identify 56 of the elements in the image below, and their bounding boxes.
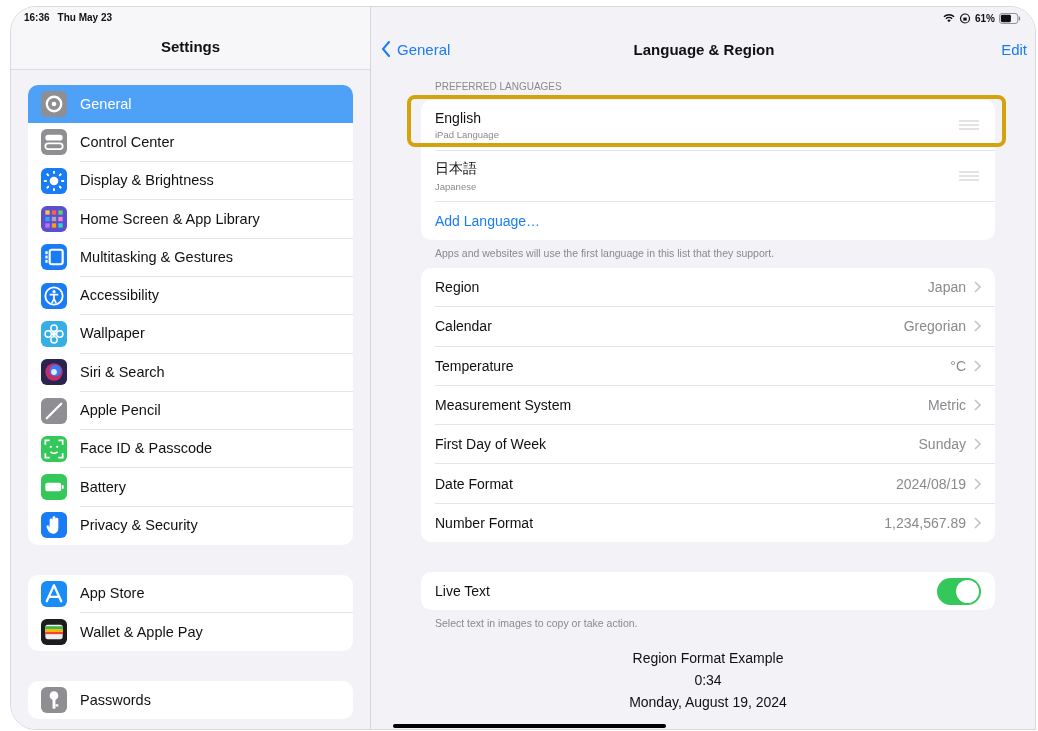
sidebar-item[interactable]: Privacy & Security (28, 506, 353, 545)
chevron-icon (974, 320, 981, 333)
language-row[interactable]: English iPad Language (435, 100, 995, 151)
wifi-icon (943, 12, 955, 24)
sidebar-item[interactable]: Battery (28, 467, 353, 507)
battery-status-icon (999, 12, 1021, 24)
sidebar-item[interactable]: App Store (28, 574, 353, 613)
chevron-icon (974, 438, 981, 451)
section-footer: Apps and websites will use the first language in this list that they support. (421, 240, 995, 268)
language-subtitle: Japanese (435, 181, 478, 192)
drag-handle-icon[interactable] (959, 120, 979, 130)
sidebar-item[interactable]: Siri & Search (28, 353, 353, 392)
settings-row[interactable]: Number Format 1,234,567.89 (435, 503, 995, 543)
chevron-icon (974, 477, 981, 490)
sidebar-item[interactable]: Multitasking & Gestures (28, 238, 353, 277)
settings-row[interactable]: Measurement System Metric (435, 385, 995, 426)
sidebar-item[interactable]: Home Screen & App Library (28, 199, 353, 239)
example-title: Region Format Example (632, 650, 784, 667)
language-subtitle: iPad Language (435, 129, 500, 140)
sidebar-item[interactable]: Accessibility (28, 276, 353, 315)
sidebar-item[interactable]: Apple Pencil (28, 391, 353, 430)
sidebar-item[interactable]: Passwords (28, 681, 353, 720)
chevron-icon (974, 281, 981, 294)
chevron-icon (974, 359, 981, 372)
lock-rotation-icon (959, 12, 971, 24)
settings-row[interactable]: Temperature °C (435, 346, 995, 386)
add-language-link[interactable]: Add Language… (421, 202, 995, 240)
settings-row[interactable]: Calendar Gregorian (435, 307, 995, 347)
sidebar-title: Settings (159, 38, 222, 55)
settings-row[interactable]: Region Japan (435, 268, 995, 308)
settings-row[interactable]: Date Format 2024/08/19 (435, 464, 995, 504)
live-text-toggle[interactable] (937, 577, 981, 605)
status-time: 16:36 (24, 12, 50, 23)
page-title: Language & Region (632, 40, 776, 58)
sidebar-item[interactable]: Control Center (28, 123, 353, 162)
language-row[interactable]: 日本語 Japanese (435, 151, 995, 202)
battery-percent: 61% (975, 12, 995, 24)
section-footer: Select text in images to copy or take action. (421, 610, 995, 639)
sidebar-item[interactable]: Wallet & Apple Pay (28, 612, 353, 652)
chevron-icon (974, 516, 981, 529)
edit-button[interactable]: Edit (877, 40, 1027, 58)
sidebar-item[interactable]: Display & Brightness (28, 161, 353, 200)
example-date: Monday, August 19, 2024 (629, 694, 787, 711)
example-time: 0:34 (694, 672, 722, 689)
live-text-label: Live Text (435, 583, 491, 600)
sidebar-item[interactable]: Wallpaper (28, 314, 353, 354)
language-name: 日本語 (435, 160, 478, 178)
chevron-icon (974, 399, 981, 412)
drag-handle-icon[interactable] (959, 171, 979, 181)
status-date: Thu May 23 (57, 12, 113, 23)
settings-row[interactable]: First Day of Week Sunday (435, 425, 995, 465)
section-header: PREFERRED LANGUAGES (434, 81, 563, 94)
sidebar-item[interactable]: Face ID & Passcode (28, 429, 353, 468)
back-chevron-icon (381, 41, 391, 57)
language-name: English (435, 110, 482, 126)
back-button[interactable]: General (381, 40, 531, 58)
